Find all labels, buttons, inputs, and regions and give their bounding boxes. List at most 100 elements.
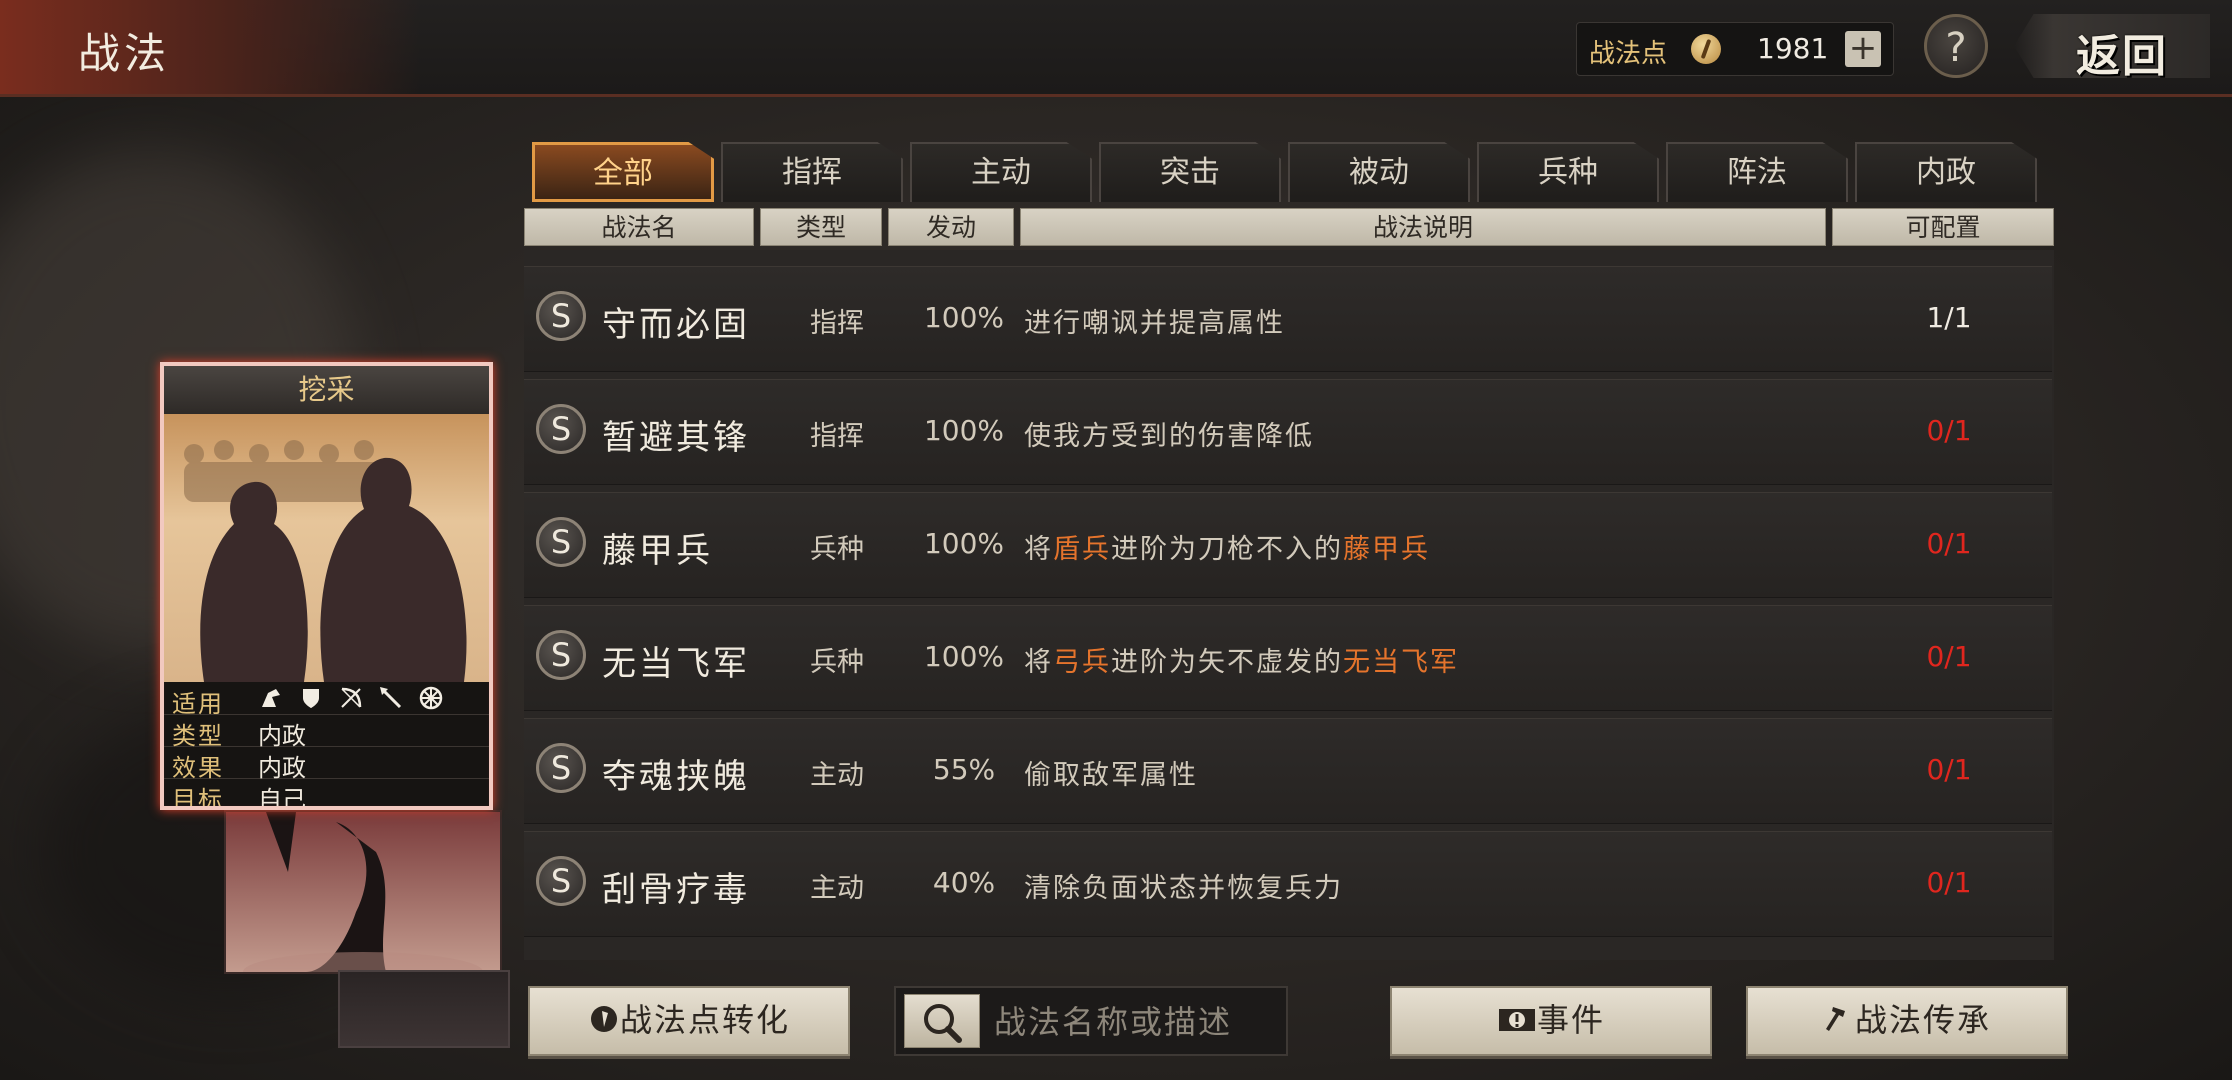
skill-description: 使我方受到的伤害降低 <box>1024 414 1314 453</box>
tab-3[interactable]: 突击 <box>1099 142 1281 202</box>
skill-row[interactable]: S 刮骨疗毒 主动 40% 0/1 清除负面状态并恢复兵力 <box>524 831 2052 937</box>
rank-badge: S <box>536 517 586 567</box>
skill-card-back <box>338 970 510 1048</box>
skill-type: 指挥 <box>810 421 864 452</box>
back-button[interactable]: 返回 <box>2014 14 2210 78</box>
skill-name: 守而必固 <box>602 305 750 345</box>
skill-name: 刮骨疗毒 <box>602 870 750 910</box>
search-bar[interactable] <box>894 986 1288 1056</box>
card-info-value: 自己 <box>258 786 306 810</box>
tab-6[interactable]: 阵法 <box>1666 142 1848 202</box>
highlighted-term: 弓兵 <box>1053 647 1111 678</box>
description-text: 进阶为矢不虚发的 <box>1111 647 1343 678</box>
skill-name: 暂避其锋 <box>602 418 750 458</box>
rank-badge: S <box>536 630 586 680</box>
skill-available: 0/1 <box>1926 753 1972 786</box>
top-bar: 战法 战法点 1981 + ? 返回 <box>0 0 2232 97</box>
description-text: 将 <box>1024 534 1053 565</box>
tab-5[interactable]: 兵种 <box>1477 142 1659 202</box>
rank-badge: S <box>536 404 586 454</box>
skill-type: 兵种 <box>810 534 864 565</box>
skill-rate: 40% <box>932 866 996 899</box>
skill-card-back <box>224 810 502 992</box>
skill-row[interactable]: S 夺魂挟魄 主动 55% 0/1 偷取敌军属性 <box>524 718 2052 824</box>
rank-badge: S <box>536 743 586 793</box>
card-info-row: 类型 内政 <box>164 714 489 750</box>
chariot-icon <box>418 685 444 711</box>
column-header-type[interactable]: 类型 <box>760 208 882 246</box>
spear-icon <box>378 685 404 711</box>
description-text: 清除负面状态并恢复兵力 <box>1024 873 1343 904</box>
highlighted-term: 无当飞军 <box>1343 647 1459 678</box>
search-input[interactable] <box>992 988 1286 1056</box>
skill-type: 指挥 <box>810 308 864 339</box>
skill-description: 将盾兵进阶为刀枪不入的藤甲兵 <box>1024 527 1430 566</box>
column-header-rate[interactable]: 发动 <box>888 208 1014 246</box>
convert-points-label: 战法点转化 <box>619 1001 790 1039</box>
quill-coin-icon <box>1691 34 1721 64</box>
skill-available: 0/1 <box>1926 640 1972 673</box>
search-button[interactable] <box>904 994 980 1048</box>
description-text: 进行嘲讽并提高属性 <box>1024 308 1285 339</box>
skill-available: 0/1 <box>1926 866 1972 899</box>
event-button[interactable]: 事件 <box>1390 986 1712 1056</box>
column-header-description: 战法说明 <box>1020 208 1826 246</box>
skill-type: 兵种 <box>810 647 864 678</box>
inherit-skill-button[interactable]: 战法传承 <box>1746 986 2068 1056</box>
column-header-name[interactable]: 战法名 <box>524 208 754 246</box>
scroll-icon <box>1498 1009 1535 1031</box>
tab-7[interactable]: 内政 <box>1855 142 2037 202</box>
card-info-key: 目标 <box>172 786 224 810</box>
skill-points-label: 战法点 <box>1589 39 1668 69</box>
tab-2[interactable]: 主动 <box>910 142 1092 202</box>
card-info-panel: 适用 类型 内政 效果 内政 目标 自己 <box>164 682 489 810</box>
tab-1[interactable]: 指挥 <box>721 142 903 202</box>
skill-list[interactable]: S 守而必固 指挥 100% 1/1 进行嘲讽并提高属性 S 暂避其锋 指挥 100% 0/1 使我方… <box>524 250 2054 960</box>
skill-available: 1/1 <box>1926 301 1972 334</box>
skill-available: 0/1 <box>1926 527 1972 560</box>
skill-type: 主动 <box>810 873 864 904</box>
description-text: 偷取敌军属性 <box>1024 760 1198 791</box>
skill-rate: 100% <box>923 414 1005 447</box>
search-icon <box>924 1004 962 1043</box>
tab-4[interactable]: 被动 <box>1288 142 1470 202</box>
event-label: 事件 <box>1536 1001 1605 1039</box>
skill-row[interactable]: S 守而必固 指挥 100% 1/1 进行嘲讽并提高属性 <box>524 266 2052 372</box>
tab-0[interactable]: 全部 <box>532 142 714 202</box>
description-text: 进阶为刀枪不入的 <box>1111 534 1343 565</box>
rank-badge: S <box>536 856 586 906</box>
skill-name: 藤甲兵 <box>602 531 713 571</box>
skill-rate: 100% <box>923 527 1005 560</box>
skill-name: 夺魂挟魄 <box>602 757 750 797</box>
skill-description: 将弓兵进阶为矢不虚发的无当飞军 <box>1024 640 1459 679</box>
convert-points-button[interactable]: 战法点转化 <box>528 986 850 1056</box>
card-info-row: 目标 自己 <box>164 778 489 810</box>
skill-row[interactable]: S 暂避其锋 指挥 100% 0/1 使我方受到的伤害降低 <box>524 379 2052 485</box>
quill-coin-icon <box>590 1006 617 1032</box>
add-points-button[interactable]: + <box>1845 31 1881 67</box>
selected-skill-card[interactable]: 挖采 适用 类型 内政 效果 内政 目标 自己 <box>160 362 493 810</box>
page-title: 战法 <box>78 29 171 78</box>
hammer-icon <box>1825 1007 1845 1031</box>
highlighted-term: 盾兵 <box>1053 534 1111 565</box>
skill-row[interactable]: S 藤甲兵 兵种 100% 0/1 将盾兵进阶为刀枪不入的藤甲兵 <box>524 492 2052 598</box>
skill-description: 进行嘲讽并提高属性 <box>1024 301 1285 340</box>
skill-rate: 100% <box>923 640 1005 673</box>
skill-row[interactable]: S 无当飞军 兵种 100% 0/1 将弓兵进阶为矢不虚发的无当飞军 <box>524 605 2052 711</box>
shield-icon <box>298 685 324 711</box>
cavalry-icon <box>258 685 284 711</box>
title-banner <box>0 0 420 94</box>
card-artwork <box>164 414 489 682</box>
skill-available: 0/1 <box>1926 414 1972 447</box>
back-label: 返回 <box>2076 31 2168 82</box>
description-text: 使我方受到的伤害降低 <box>1024 421 1314 452</box>
skill-description: 清除负面状态并恢复兵力 <box>1024 866 1343 905</box>
rank-badge: S <box>536 291 586 341</box>
card-info-row: 适用 <box>164 682 489 718</box>
card-title: 挖采 <box>164 366 489 416</box>
description-text: 将 <box>1024 647 1053 678</box>
column-header-available[interactable]: 可配置 <box>1832 208 2054 246</box>
card-info-row: 效果 内政 <box>164 746 489 782</box>
skill-rate: 55% <box>932 753 996 786</box>
help-button[interactable]: ? <box>1924 14 1988 78</box>
